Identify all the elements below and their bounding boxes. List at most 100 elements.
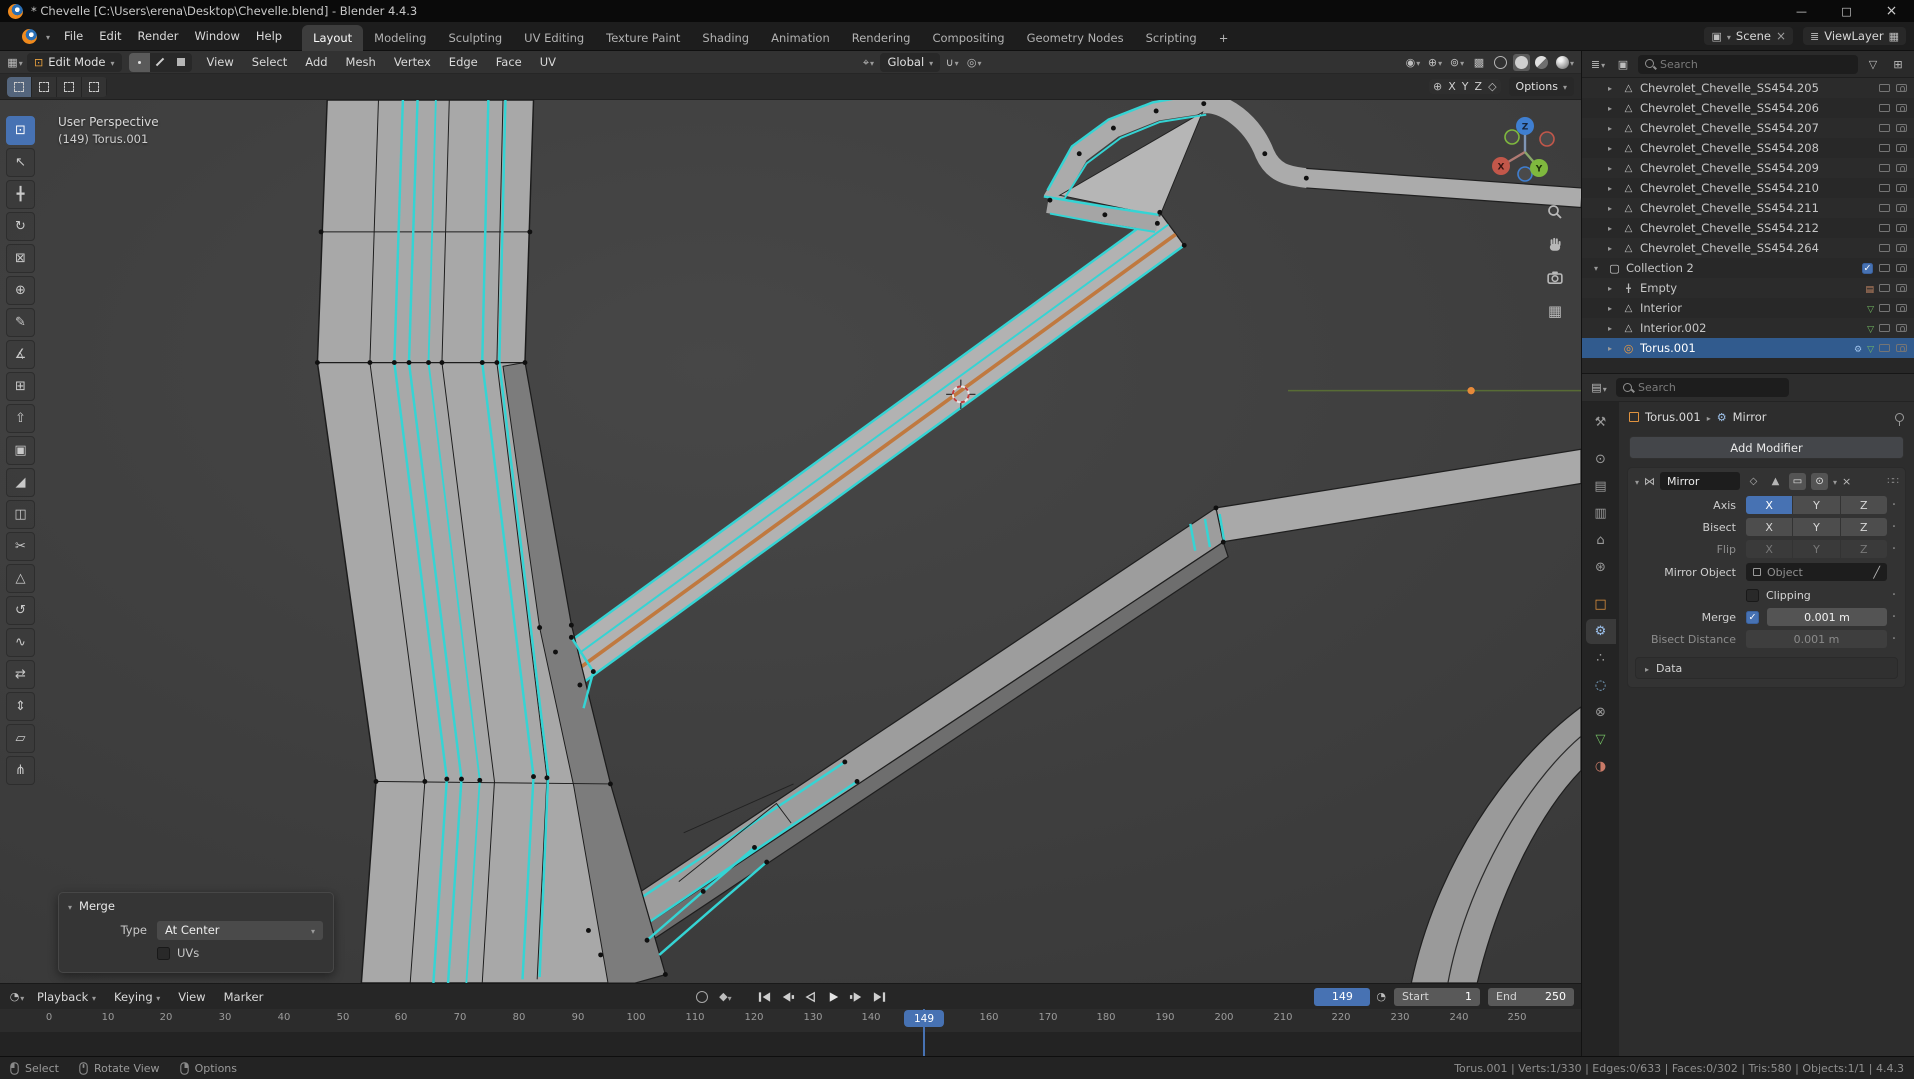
expand-icon[interactable]: [1608, 344, 1617, 353]
menu-edge[interactable]: Edge: [441, 51, 486, 73]
tab-render[interactable]: ⊙: [1586, 447, 1616, 472]
show-render-toggle[interactable]: ⊙: [1811, 472, 1829, 490]
menu-view[interactable]: View: [199, 51, 242, 73]
auto-keying-button[interactable]: [692, 987, 713, 1006]
collapse-icon[interactable]: [1594, 264, 1603, 273]
disable-render-icon[interactable]: [1896, 164, 1907, 172]
axis-y-button[interactable]: Y: [1793, 496, 1840, 514]
tab-view-layer[interactable]: ▥: [1586, 501, 1616, 526]
menu-marker[interactable]: Marker: [216, 986, 272, 1008]
tab-rendering[interactable]: Rendering: [841, 25, 922, 51]
current-frame-field[interactable]: 149: [1314, 987, 1371, 1006]
animate-dot-icon[interactable]: [1887, 587, 1901, 603]
end-frame-field[interactable]: End 250: [1488, 987, 1574, 1006]
timeline-ruler[interactable]: 0 10 20 30 40 50 60 70 80 90 100 110 120…: [0, 1009, 1581, 1056]
shrink-fatten-tool-button[interactable]: ⇕: [6, 691, 35, 721]
eyedropper-icon[interactable]: ╱: [1873, 566, 1880, 579]
expand-icon[interactable]: [1608, 124, 1617, 133]
gizmo-x-toggle[interactable]: X: [1448, 80, 1456, 93]
tab-particles[interactable]: ∴: [1586, 646, 1616, 671]
close-button[interactable]: ×: [1869, 0, 1914, 22]
minimize-button[interactable]: —: [1779, 0, 1824, 22]
disable-render-icon[interactable]: [1896, 204, 1907, 212]
uvs-checkbox[interactable]: [157, 946, 170, 960]
expand-icon[interactable]: [1608, 244, 1617, 253]
outliner-row[interactable]: Empty: [1582, 278, 1914, 298]
shading-wireframe-button[interactable]: [1491, 53, 1511, 72]
options-dropdown[interactable]: Options: [1508, 77, 1574, 96]
tab-scene[interactable]: ⌂: [1586, 528, 1616, 553]
menu-mesh[interactable]: Mesh: [338, 51, 384, 73]
hide-viewport-icon[interactable]: [1879, 184, 1890, 192]
properties-search-input[interactable]: [1638, 381, 1783, 394]
outliner-filter-button[interactable]: ▽: [1863, 55, 1883, 74]
select-mode-extend-button[interactable]: [32, 76, 57, 97]
pivot-point-button[interactable]: ⌖: [858, 53, 878, 72]
shear-tool-button[interactable]: ▱: [6, 723, 35, 753]
collapse-icon[interactable]: [68, 899, 72, 913]
mirror-object-field[interactable]: Object ╱: [1746, 563, 1887, 581]
tab-data[interactable]: ▽: [1586, 727, 1616, 752]
annotate-tool-button[interactable]: ✎: [6, 307, 35, 337]
zoom-icon[interactable]: [1545, 202, 1565, 222]
tab-layout[interactable]: Layout: [302, 24, 364, 51]
disable-render-icon[interactable]: [1896, 324, 1907, 332]
select-mode-intersect-button[interactable]: [82, 76, 107, 97]
3d-viewport-canvas[interactable]: User Perspective (149) Torus.001 ⊡ ↖ ╋ ↻…: [0, 100, 1581, 983]
menu-edit[interactable]: Edit: [91, 25, 129, 47]
hide-viewport-icon[interactable]: [1879, 284, 1890, 292]
tweak-tool-button[interactable]: ⊡: [6, 115, 35, 145]
flip-x-button[interactable]: X: [1746, 540, 1793, 558]
next-keyframe-button[interactable]: [846, 987, 867, 1006]
animate-dot-icon[interactable]: [1887, 609, 1901, 625]
menu-file[interactable]: File: [56, 25, 91, 47]
menu-add[interactable]: Add: [297, 51, 335, 73]
use-preview-range-icon[interactable]: ◔: [1376, 991, 1386, 1002]
transform-tool-button[interactable]: ⊕: [6, 275, 35, 305]
new-collection-button[interactable]: ⊞: [1888, 55, 1908, 74]
merge-panel-header[interactable]: Merge: [59, 893, 333, 918]
breadcrumb-object[interactable]: Torus.001: [1645, 410, 1701, 424]
timeline-editor-type-button[interactable]: ◔: [7, 987, 27, 1006]
play-reverse-button[interactable]: [800, 987, 821, 1006]
tab-modeling[interactable]: Modeling: [363, 25, 437, 51]
vertex-select-button[interactable]: [128, 52, 150, 72]
animate-dot-icon[interactable]: [1887, 541, 1901, 557]
menu-view-timeline[interactable]: View: [170, 986, 213, 1008]
bisect-x-button[interactable]: X: [1746, 518, 1793, 536]
hide-viewport-icon[interactable]: [1879, 224, 1890, 232]
outliner-row[interactable]: Chevrolet_Chevelle_SS454.206: [1582, 98, 1914, 118]
menu-keying[interactable]: Keying: [106, 986, 168, 1008]
expand-icon[interactable]: [1608, 144, 1617, 153]
hide-viewport-icon[interactable]: [1879, 144, 1890, 152]
collapse-icon[interactable]: [1635, 475, 1639, 488]
flip-z-button[interactable]: Z: [1840, 540, 1887, 558]
merge-operator-panel[interactable]: Merge Type At Center UVs: [58, 892, 334, 973]
tab-world[interactable]: ⊛: [1586, 555, 1616, 580]
disable-render-icon[interactable]: [1896, 304, 1907, 312]
merge-checkbox[interactable]: [1746, 610, 1759, 624]
hide-viewport-icon[interactable]: [1879, 324, 1890, 332]
menu-face[interactable]: Face: [488, 51, 530, 73]
outliner-row-collection[interactable]: Collection 2: [1582, 258, 1914, 278]
bisect-y-button[interactable]: Y: [1793, 518, 1840, 536]
menu-vertex[interactable]: Vertex: [386, 51, 439, 73]
disable-render-icon[interactable]: [1896, 124, 1907, 132]
outliner-row[interactable]: Chevrolet_Chevelle_SS454.209: [1582, 158, 1914, 178]
bevel-tool-button[interactable]: ◢: [6, 467, 35, 497]
select-mode-subtract-button[interactable]: [57, 76, 82, 97]
animate-dot-icon[interactable]: [1887, 519, 1901, 535]
outliner-row[interactable]: Chevrolet_Chevelle_SS454.211: [1582, 198, 1914, 218]
hide-viewport-icon[interactable]: [1879, 304, 1890, 312]
gizmos-button[interactable]: ⊕: [1425, 53, 1445, 72]
snap-magnet-button[interactable]: ∪: [942, 53, 962, 72]
orientation-dropdown[interactable]: Global: [880, 52, 941, 72]
outliner-row[interactable]: Chevrolet_Chevelle_SS454.210: [1582, 178, 1914, 198]
tab-object[interactable]: □: [1586, 592, 1616, 617]
tab-modifiers[interactable]: ⚙: [1585, 619, 1616, 644]
outliner-search-input[interactable]: [1660, 57, 1852, 71]
expand-icon[interactable]: [1608, 204, 1617, 213]
hide-viewport-icon[interactable]: [1879, 84, 1890, 92]
start-frame-field[interactable]: Start 1: [1394, 987, 1480, 1006]
new-layer-icon[interactable]: ▦: [1889, 31, 1899, 42]
